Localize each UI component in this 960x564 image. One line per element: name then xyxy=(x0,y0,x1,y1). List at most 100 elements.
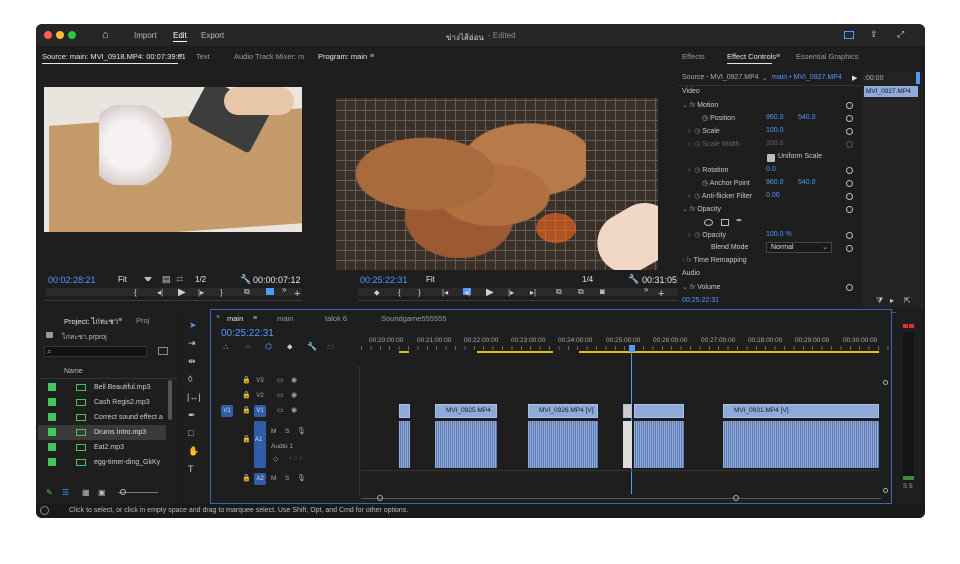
step-forward-icon[interactable]: |▸ xyxy=(508,288,514,297)
tab-effect-controls[interactable]: Effect Controls xyxy=(727,52,776,61)
type-tool-icon[interactable]: T xyxy=(188,464,194,474)
panel-menu-icon[interactable]: ≡ xyxy=(118,316,122,326)
scroll-handle-icon[interactable] xyxy=(377,495,383,501)
add-button-icon[interactable]: + xyxy=(658,288,664,300)
sync-lock-icon[interactable]: ▭ xyxy=(277,406,284,414)
rectangle-tool-icon[interactable]: □ xyxy=(188,428,193,438)
captions-icon[interactable]: ▭ xyxy=(327,342,335,352)
video-clip[interactable] xyxy=(634,404,684,418)
panel-menu-icon[interactable]: ≡ xyxy=(178,52,182,62)
project-scrollbar[interactable] xyxy=(168,380,172,420)
scroll-handle-icon[interactable] xyxy=(883,488,888,493)
uniform-scale-checkbox[interactable] xyxy=(767,154,775,162)
reset-icon[interactable] xyxy=(846,245,853,252)
position-y-value[interactable]: 540.0 xyxy=(798,114,816,121)
audio-clip[interactable] xyxy=(399,421,410,468)
solo-button[interactable]: S xyxy=(285,475,289,482)
microphone-icon[interactable]: 🎙 xyxy=(297,427,306,435)
blend-mode-select[interactable]: Normal ⌄ xyxy=(766,242,832,253)
lock-icon[interactable]: 🔒 xyxy=(242,406,251,414)
camera-icon[interactable]: ◙ xyxy=(600,287,605,296)
effect-timeline-playhead[interactable] xyxy=(916,72,920,84)
minimize-window-button[interactable] xyxy=(56,31,64,39)
tab-edit[interactable]: Edit xyxy=(173,31,187,40)
sequence-clip-label[interactable]: main • MVI_0927.MP4 xyxy=(772,74,842,81)
mute-button[interactable]: M xyxy=(271,428,276,435)
rectangle-mask-icon[interactable] xyxy=(721,219,729,226)
tab-project-2[interactable]: Proj xyxy=(136,316,149,325)
audio-clip[interactable] xyxy=(435,421,497,468)
list-item[interactable]: egg-timer-ding_GkKy xyxy=(38,455,166,470)
close-tab-icon[interactable]: × xyxy=(216,314,220,321)
reset-icon[interactable] xyxy=(846,206,853,213)
audio-clip[interactable] xyxy=(528,421,598,468)
more-icon[interactable]: » xyxy=(644,285,648,294)
more-icon[interactable]: » xyxy=(282,285,286,294)
tab-essential-graphics[interactable]: Essential Graphics xyxy=(796,52,859,61)
selection-tool-icon[interactable]: ➤ xyxy=(189,320,197,330)
tab-sequence-talok[interactable]: talok 6 xyxy=(325,314,347,323)
track-v1-label[interactable]: V1 xyxy=(254,405,266,417)
list-item[interactable]: Bell Beautiful.mp3 xyxy=(38,380,166,395)
play-audio-icon[interactable]: ▶ xyxy=(852,74,857,82)
list-item[interactable]: Eat2.mp3 xyxy=(38,440,166,455)
time-ruler[interactable]: 00:20:00:00 00:21:00:00 00:22:00:00 00:2… xyxy=(361,334,889,364)
export-frame-icon[interactable]: ⇱ xyxy=(904,296,911,305)
eye-icon[interactable]: ◉ xyxy=(291,391,297,399)
list-view-icon[interactable]: ☰ xyxy=(62,488,69,497)
video-clip[interactable]: MVI_0931.MP4 [V] xyxy=(723,404,879,418)
mark-in-icon[interactable]: { xyxy=(398,288,401,297)
opacity-value[interactable]: 100.0 % xyxy=(766,231,792,238)
list-item-selected[interactable]: Drums Intro.mp3 xyxy=(38,425,166,440)
lock-icon[interactable]: 🔒 xyxy=(242,376,251,384)
mark-out-icon[interactable]: } xyxy=(220,288,223,297)
effect-timeline-clip[interactable]: MVI_0927.MP4 xyxy=(864,86,918,97)
tab-sequence-main-2[interactable]: main xyxy=(277,314,293,323)
track-v2-label[interactable]: V2 xyxy=(254,390,266,402)
go-to-in-icon[interactable]: |◂ xyxy=(442,288,448,297)
hand-tool-icon[interactable]: ✋ xyxy=(188,446,199,456)
anti-flicker-value[interactable]: 0.00 xyxy=(766,192,780,199)
reset-icon[interactable] xyxy=(846,102,853,109)
effect-timeline[interactable]: :00:00 MVI_0927.MP4 xyxy=(862,72,923,313)
tab-import[interactable]: Import xyxy=(134,31,157,40)
freeform-view-icon[interactable]: ▣ xyxy=(98,488,106,497)
step-forward-icon[interactable]: |▸ xyxy=(198,288,204,297)
lock-icon[interactable]: 🔒 xyxy=(242,474,251,482)
wrench-icon[interactable]: 🔧 xyxy=(307,342,317,352)
audio-clip[interactable] xyxy=(634,421,684,468)
tab-source[interactable]: Source: main: MVI_0918.MP4: 00:07:39:01 xyxy=(42,52,186,61)
step-back-icon[interactable]: ◂| xyxy=(464,288,470,297)
audio-clip[interactable] xyxy=(723,421,879,468)
fullscreen-icon[interactable]: ⤢ xyxy=(897,29,904,39)
tab-text[interactable]: Text xyxy=(196,52,210,61)
insert-icon[interactable]: ⧉ xyxy=(244,287,250,297)
track-area[interactable]: MVI_0925.MP4 MVI_0926.MP4 [V] MVI_0931.M… xyxy=(361,366,881,496)
scale-value[interactable]: 100.0 xyxy=(766,127,784,134)
panel-menu-icon[interactable]: ≡ xyxy=(370,52,374,62)
tab-project[interactable]: Project: ไก่ทะชา xyxy=(64,316,118,328)
add-marker-icon[interactable]: ⬥ xyxy=(287,342,293,352)
chevron-down-icon[interactable]: ⌄ xyxy=(762,75,767,82)
panel-menu-icon[interactable]: ≡ xyxy=(776,52,780,62)
nest-icon[interactable]: ⛬ xyxy=(223,342,229,352)
play-only-audio-icon[interactable]: ▸ xyxy=(890,296,894,305)
video-clip[interactable]: MVI_0925.MP4 xyxy=(435,404,497,418)
mark-out-icon[interactable]: } xyxy=(418,288,421,297)
pen-mask-icon[interactable]: ✒ xyxy=(736,216,743,225)
anchor-y-value[interactable]: 540.0 xyxy=(798,179,816,186)
track-v3-label[interactable]: V3 xyxy=(254,375,266,387)
video-clip-selected[interactable] xyxy=(623,404,632,418)
snap-icon[interactable]: ∩ xyxy=(245,342,251,352)
column-name[interactable]: Name xyxy=(64,368,83,375)
rotation-value[interactable]: 0.0 xyxy=(766,166,776,173)
ripple-edit-icon[interactable]: ⇹ xyxy=(188,356,196,366)
meter-solo-label[interactable]: S S xyxy=(903,484,913,490)
scroll-handle-icon[interactable] xyxy=(733,495,739,501)
sync-lock-icon[interactable]: ▭ xyxy=(277,391,284,399)
pen-tool-icon[interactable]: ✒ xyxy=(188,410,196,420)
linked-selection-icon[interactable]: ⌬ xyxy=(265,342,272,352)
add-button-icon[interactable]: + xyxy=(294,288,300,300)
track-select-icon[interactable]: ⇥ xyxy=(188,338,196,348)
reset-icon[interactable] xyxy=(846,167,853,174)
